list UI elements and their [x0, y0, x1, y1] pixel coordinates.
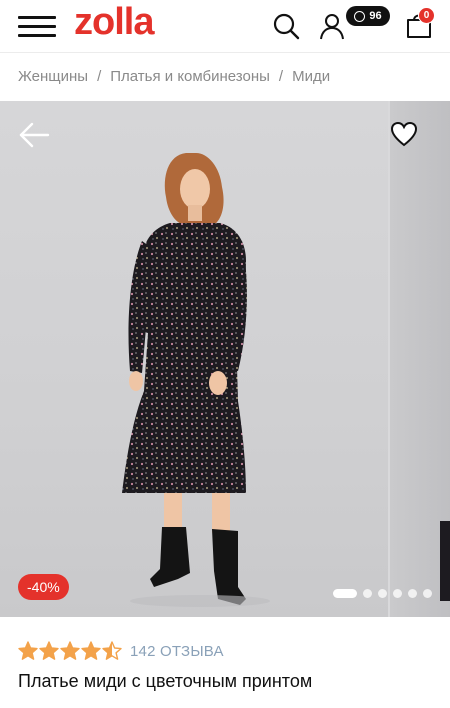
product-gallery[interactable]: -40%	[0, 101, 450, 617]
breadcrumb-separator: /	[278, 67, 284, 85]
breadcrumb-item-women[interactable]: Женщины	[18, 68, 88, 85]
header-divider	[0, 52, 450, 53]
cart-count-badge: 0	[418, 7, 435, 24]
star-icon	[39, 641, 59, 660]
reviews-link[interactable]: 142 ОТЗЫВА	[130, 643, 224, 660]
gallery-dot[interactable]	[423, 589, 432, 598]
gallery-dot[interactable]	[363, 589, 372, 598]
discount-badge: -40%	[18, 574, 69, 600]
star-icon	[18, 641, 38, 660]
bonus-badge[interactable]: 96	[346, 6, 390, 26]
gallery-dot[interactable]	[333, 589, 357, 598]
star-icon	[60, 641, 80, 660]
search-icon[interactable]	[272, 12, 300, 40]
breadcrumb: Женщины / Платья и комбинезоны / Миди	[18, 64, 330, 88]
back-arrow-icon[interactable]	[18, 121, 50, 149]
header: zolla 96 0	[0, 0, 450, 52]
heart-icon[interactable]	[390, 121, 418, 147]
breadcrumb-item-midi[interactable]: Миди	[292, 68, 330, 85]
model-illustration	[122, 153, 270, 607]
gallery-dot[interactable]	[393, 589, 402, 598]
rating-stars	[18, 641, 122, 661]
user-icon[interactable]	[318, 12, 346, 40]
breadcrumb-item-dresses[interactable]: Платья и комбинезоны	[110, 68, 270, 85]
next-photo-preview[interactable]	[390, 101, 450, 617]
bonus-count: 96	[369, 10, 382, 22]
gallery-dot[interactable]	[408, 589, 417, 598]
star-icon	[102, 641, 122, 660]
bonus-icon	[354, 10, 366, 22]
product-photo[interactable]	[0, 101, 388, 617]
gallery-dot[interactable]	[378, 589, 387, 598]
gallery-pagination	[333, 589, 432, 598]
logo[interactable]: zolla	[74, 0, 154, 44]
rating-row: 142 ОТЗЫВА	[18, 640, 224, 662]
star-icon	[81, 641, 101, 660]
product-title: Платье миди с цветочным принтом	[18, 671, 313, 691]
burger-menu-icon[interactable]	[18, 14, 56, 38]
breadcrumb-separator: /	[97, 67, 102, 85]
next-photo-illustration	[440, 521, 450, 601]
